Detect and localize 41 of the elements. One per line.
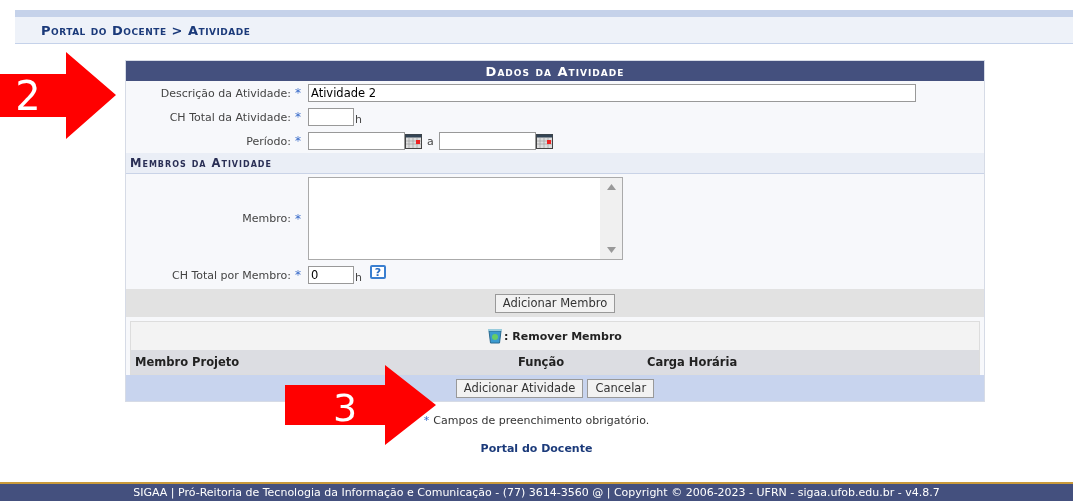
start-date-field[interactable]	[308, 132, 405, 150]
period-separator: a	[427, 134, 434, 148]
field-label: Período:	[245, 134, 292, 148]
add-member-button[interactable]: Adicionar Membro	[494, 293, 616, 313]
end-date-field[interactable]	[438, 132, 536, 150]
form-title: Dados da Atividade	[126, 61, 984, 81]
footer-link[interactable]: Portal do Docente	[480, 442, 593, 455]
calendar-icon[interactable]	[535, 133, 553, 149]
hours-field[interactable]: 0	[308, 266, 354, 284]
hours-unit: h	[355, 271, 362, 286]
required-mark: *	[295, 268, 302, 282]
field-label: CH Total por Membro:	[170, 268, 292, 282]
scroll-down-icon[interactable]	[606, 247, 616, 253]
section-title: Membros da Atividade	[126, 153, 984, 174]
form-button[interactable]: Cancelar	[587, 378, 655, 398]
hours-unit: h	[355, 113, 362, 128]
required-mark: *	[295, 86, 302, 100]
field-label: CH Total da Atividade:	[168, 110, 292, 124]
member-list[interactable]	[308, 177, 623, 260]
required-mark: *	[295, 110, 302, 124]
help-icon[interactable]: ?	[370, 265, 386, 279]
column-header: Função	[516, 355, 566, 369]
required-mark: *	[295, 211, 302, 226]
scrollbar[interactable]	[600, 178, 622, 259]
required-mark: *	[295, 134, 302, 148]
field-label: Descrição da Atividade:	[159, 86, 292, 100]
breadcrumb: Portal do Docente > Atividade	[41, 22, 251, 38]
calendar-icon[interactable]	[405, 133, 422, 149]
column-header: Carga Horária	[646, 355, 739, 369]
annotation-arrow: 2	[0, 52, 116, 139]
hours-field[interactable]	[308, 108, 354, 126]
column-header: Membro Projeto	[134, 355, 241, 369]
required-note: Campos de preenchimento obrigatório.	[433, 414, 650, 427]
scroll-up-icon[interactable]	[606, 184, 616, 190]
legend-text: : Remover Membro	[504, 329, 622, 343]
field-label: Membro:	[241, 212, 292, 225]
footer-bar: SIGAA | Pró-Reitoria de Tecnologia da Informação e Comunicação - (77) 3614-3560 @ | Copyright © 2006-2023 - UFRN - sigaa.ufob.edu.br - v4.8.7	[0, 482, 1073, 501]
trash-icon	[488, 328, 503, 344]
form-button[interactable]: Adicionar Atividade	[455, 378, 584, 398]
description-field[interactable]: Atividade 2	[308, 84, 916, 102]
required-mark: *	[423, 414, 430, 427]
